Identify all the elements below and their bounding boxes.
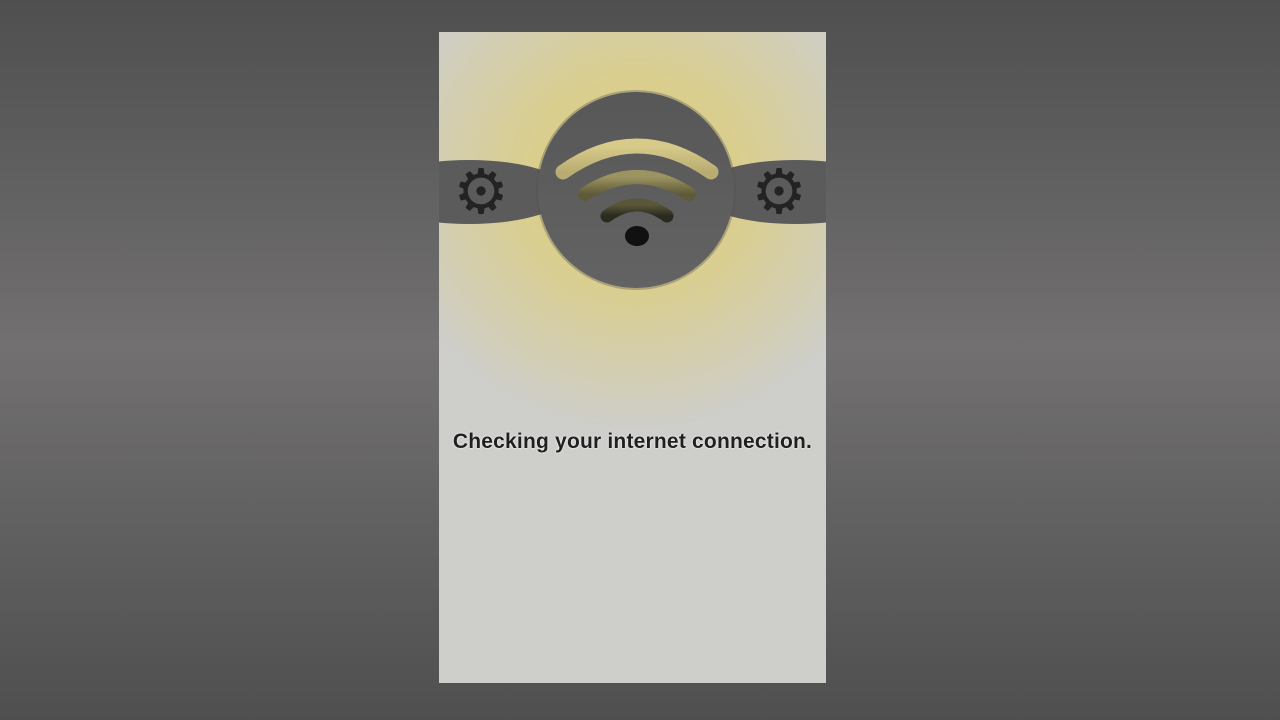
gear-icon: ⚙ bbox=[453, 155, 509, 228]
connection-check-screen: ⚙ ⚙ Checking your internet connection. bbox=[439, 32, 826, 683]
status-message: Checking your internet connection. bbox=[452, 430, 813, 453]
gear-icon: ⚙ bbox=[751, 155, 807, 228]
wifi-icon bbox=[555, 138, 719, 246]
